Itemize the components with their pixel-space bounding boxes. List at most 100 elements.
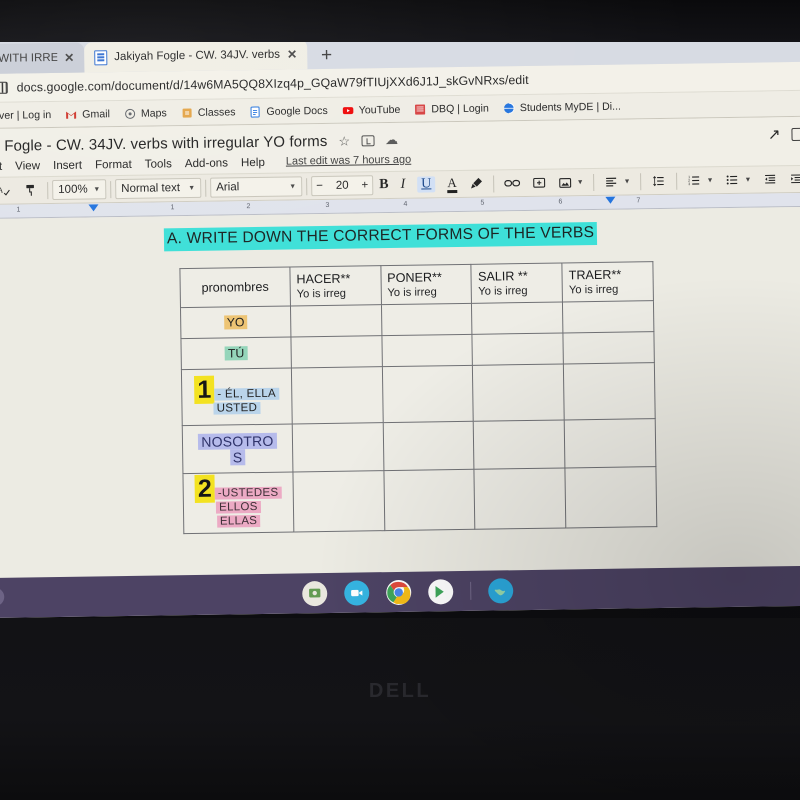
highlight-pen-icon[interactable] (463, 173, 489, 195)
menu-item-tools[interactable]: Tools (145, 157, 172, 170)
answer-cell[interactable] (292, 470, 385, 533)
answer-cell[interactable] (564, 418, 656, 468)
bold-button[interactable]: B (373, 174, 395, 196)
decrease-indent-icon[interactable] (757, 168, 783, 190)
browser-tab-active[interactable]: Jakiyah Fogle - CW. 34JV. verbs ✕ (84, 39, 308, 73)
answer-cell[interactable] (474, 467, 566, 530)
table-header-traer[interactable]: TRAER** Yo is irreg (562, 261, 654, 302)
table-header-poner[interactable]: PONER** Yo is irreg (380, 264, 472, 305)
launcher-icon[interactable] (301, 580, 327, 606)
toolbar-divider (110, 180, 112, 198)
bookmark-item[interactable]: Classes (181, 106, 236, 119)
answer-cell[interactable] (563, 331, 655, 364)
google-docs-icon (250, 105, 261, 118)
italic-button[interactable]: I (394, 174, 411, 196)
answer-cell[interactable] (562, 300, 654, 333)
font-size-decrease-button[interactable]: − (316, 180, 323, 192)
trending-up-icon[interactable]: ↗ (768, 125, 781, 143)
text-color-button[interactable]: A (441, 173, 463, 195)
menu-item-insert[interactable]: Insert (53, 158, 82, 171)
answer-cell[interactable] (292, 422, 384, 472)
bulleted-list-icon[interactable]: ▼ (719, 169, 757, 192)
answer-cell[interactable] (565, 466, 657, 529)
column-title: pronombres (201, 279, 269, 295)
answer-cell[interactable] (471, 301, 564, 335)
answer-cell[interactable] (381, 334, 473, 367)
answer-cell[interactable] (290, 304, 382, 338)
document-page[interactable]: A. WRITE DOWN THE CORRECT FORMS OF THE V… (0, 206, 800, 591)
bookmark-item[interactable]: DBQ | Login (414, 102, 489, 115)
camera-icon[interactable] (343, 579, 369, 606)
answer-cell[interactable] (291, 366, 383, 425)
answer-cell[interactable] (382, 421, 475, 471)
numbered-list-icon[interactable]: 123 ▼ (681, 169, 719, 192)
bookmark-item[interactable]: Maps (124, 107, 167, 120)
chrome-icon[interactable] (385, 579, 411, 605)
underline-button[interactable]: U (411, 173, 441, 195)
verb-conjugation-table[interactable]: pronombres HACER** Yo is irreg PONER** Y… (179, 261, 658, 535)
pronoun-cell-tu[interactable]: TÚ (180, 337, 292, 370)
toolbar-divider (306, 177, 308, 195)
star-icon[interactable]: ☆ (338, 133, 350, 148)
spellcheck-icon[interactable]: A (0, 180, 18, 202)
table-header-salir[interactable]: SALIR ** Yo is irreg (471, 262, 563, 304)
browser-tab-inactive[interactable]: WITH IRREG. ✕ (0, 42, 85, 74)
bookmark-item[interactable]: ever | Log in (0, 109, 51, 122)
address-bar-url[interactable]: docs.google.com/document/d/14w6MA5QQ8XIz… (17, 73, 529, 95)
font-size-increase-button[interactable]: + (361, 179, 368, 191)
answer-cell[interactable] (383, 469, 476, 531)
menu-item-format[interactable]: Format (95, 157, 132, 171)
earth-icon[interactable] (487, 577, 513, 604)
right-indent-marker[interactable] (605, 196, 616, 204)
answer-cell[interactable] (290, 335, 383, 369)
answer-cell[interactable] (381, 303, 473, 336)
menu-item-help[interactable]: Help (241, 155, 265, 168)
bookmark-item[interactable]: Gmail (65, 108, 110, 121)
left-indent-marker[interactable] (88, 204, 99, 212)
answer-cell[interactable] (472, 363, 565, 422)
paint-format-icon[interactable] (18, 179, 43, 201)
bookmark-item[interactable]: YouTube (342, 103, 400, 116)
line-spacing-icon[interactable] (645, 170, 672, 192)
photo-of-laptop-screen: WITH IRREG. ✕ Jakiyah Fogle - CW. 34JV. … (0, 0, 800, 800)
insert-link-icon[interactable] (498, 172, 526, 194)
menu-item-edit[interactable]: dit (0, 159, 2, 172)
menu-item-addons[interactable]: Add-ons (185, 156, 228, 170)
pronoun-cell-yo[interactable]: YO (180, 306, 291, 339)
comment-icon[interactable] (791, 127, 800, 141)
menu-item-view[interactable]: View (15, 159, 40, 172)
document-title[interactable]: h Fogle - CW. 34JV. verbs with irregular… (0, 132, 328, 154)
move-to-folder-icon[interactable] (360, 134, 375, 146)
page-heading[interactable]: A. WRITE DOWN THE CORRECT FORMS OF THE V… (163, 221, 598, 252)
play-store-icon[interactable] (427, 578, 453, 605)
row-number: 2 (194, 474, 215, 503)
increase-indent-icon[interactable] (783, 168, 800, 190)
launcher-corner-icon[interactable] (0, 587, 5, 607)
new-tab-button[interactable]: + (307, 45, 344, 70)
zoom-selector[interactable]: 100% ▼ (52, 179, 107, 201)
bookmark-item[interactable]: Students MyDE | Di... (503, 100, 621, 114)
site-info-icon[interactable] (0, 81, 8, 94)
pronoun-cell-el-ella-usted[interactable]: 1- ÉL, ELLA USTED (181, 368, 293, 426)
svg-text:3: 3 (689, 182, 691, 186)
close-icon[interactable]: ✕ (64, 51, 74, 65)
insert-image-icon[interactable]: ▼ (552, 171, 590, 194)
font-selector[interactable]: Arial ▼ (210, 176, 303, 198)
table-header-pronombres[interactable]: pronombres (179, 267, 291, 308)
align-left-icon[interactable]: ▼ (598, 170, 636, 193)
toolbar-divider (593, 173, 595, 191)
paragraph-style-selector[interactable]: Normal text ▼ (115, 177, 202, 200)
bookmark-item[interactable]: Google Docs (249, 104, 328, 118)
pronoun-cell-nosotros[interactable]: NOSOTRO S (182, 424, 293, 474)
add-comment-icon[interactable] (526, 172, 552, 194)
answer-cell[interactable] (472, 332, 564, 366)
answer-cell[interactable] (473, 419, 566, 470)
font-size-value[interactable]: 20 (336, 180, 349, 192)
answer-cell[interactable] (382, 365, 474, 423)
font-size-stepper[interactable]: − 20 + (311, 175, 374, 197)
close-icon[interactable]: ✕ (287, 47, 297, 61)
last-edit-status[interactable]: Last edit was 7 hours ago (286, 154, 412, 168)
pronoun-cell-ustedes-ellos-ellas[interactable]: 2 -USTEDES ELLOS ELLAS (182, 471, 294, 534)
answer-cell[interactable] (563, 362, 656, 420)
table-header-hacer[interactable]: HACER** Yo is irreg (289, 265, 382, 307)
